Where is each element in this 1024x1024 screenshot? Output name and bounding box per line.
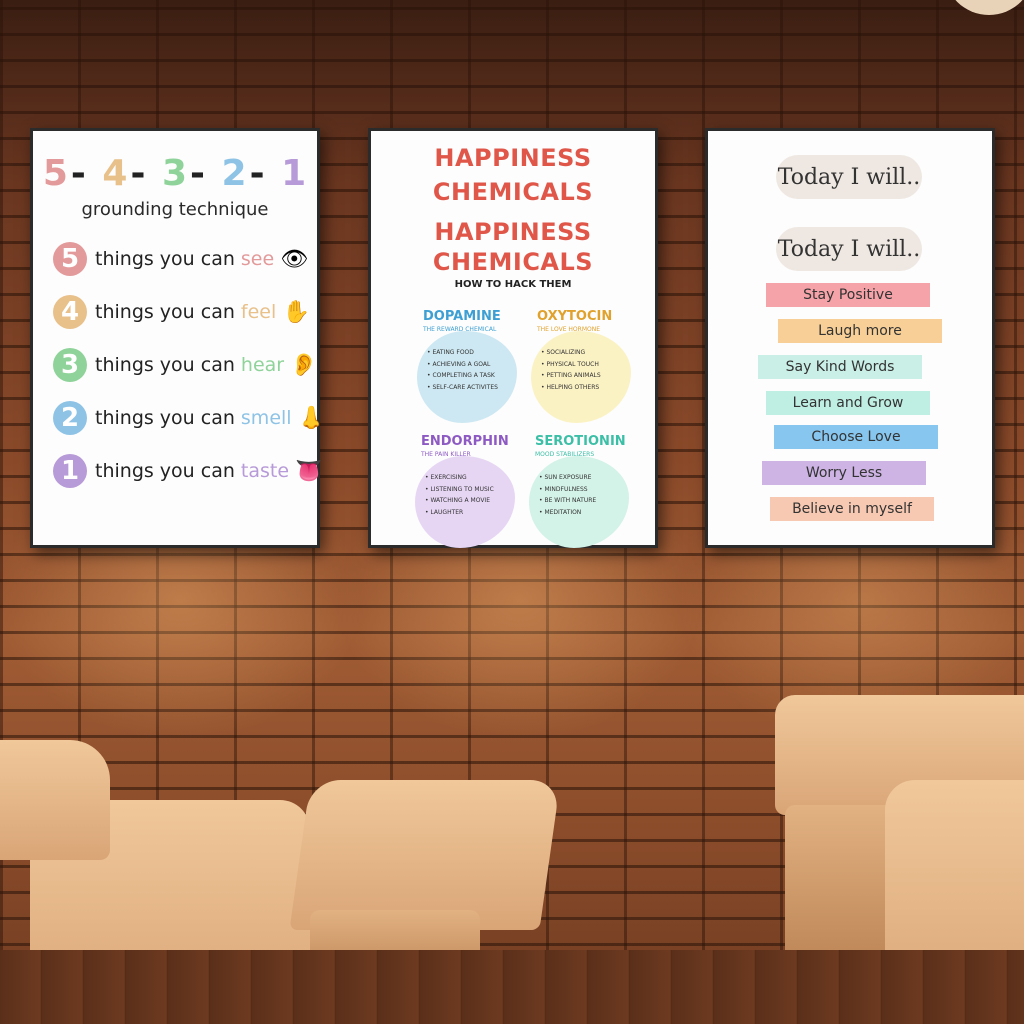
chemical-block: DOPAMINE THE REWARD CHEMICAL EATING FOODAC…	[417, 309, 533, 423]
chemical-activity: MEDITATION	[539, 507, 596, 519]
today-item: Laugh more	[778, 319, 942, 343]
grounding-row: 3 things you can hear 👂	[53, 345, 318, 385]
title-sep: -	[70, 153, 87, 194]
row-sense: feel	[240, 301, 277, 323]
ear-icon: 👂	[290, 352, 318, 378]
number-circle: 2	[53, 401, 87, 435]
row-sense: smell	[240, 407, 292, 429]
today-item: Learn and Grow	[766, 391, 930, 415]
today-item: Worry Less	[762, 461, 926, 485]
armchair-arm	[0, 740, 110, 860]
title-sep: -	[249, 153, 266, 194]
chemical-activity: COMPLETING A TASK	[427, 370, 498, 382]
row-text: things you can	[95, 407, 235, 429]
row-text: things you can	[95, 248, 235, 270]
title-digit-5: 5	[42, 153, 69, 194]
chemical-tag: MOOD STABILIZERS	[535, 451, 595, 458]
title-sep: -	[130, 153, 147, 194]
wooden-floor	[0, 950, 1024, 1024]
row-text: things you can	[95, 460, 235, 482]
chemical-block: ENDORPHIN THE PAIN KILLER EXERCISINGLISTEN…	[415, 434, 531, 548]
chemical-tag: THE REWARD CHEMICAL	[423, 326, 497, 333]
chemical-activity: SOCIALIZING	[541, 347, 601, 359]
eye-icon: 👁	[280, 246, 309, 272]
chemical-activity: LISTENING TO MUSIC	[425, 484, 493, 496]
hand-icon: ✋	[282, 299, 310, 325]
tongue-icon: 👅	[295, 458, 323, 484]
poster2-title-line2: CHEMICALS	[432, 178, 594, 206]
chemical-name: SEROTIONIN	[535, 434, 626, 449]
title-digit-4: 4	[102, 153, 129, 194]
chemical-activities: SUN EXPOSUREMINDFULNESSBE WITH NATUREMED…	[539, 472, 596, 518]
today-item: Stay Positive	[766, 283, 930, 307]
title-sep: -	[190, 153, 206, 194]
today-i-will-poster: Today I will.. Today I will.. Stay Posit…	[705, 128, 995, 548]
nose-icon: 👃	[297, 405, 325, 431]
today-item: Believe in myself	[770, 497, 934, 521]
grounding-row: 4 things you can feel ✋	[53, 292, 313, 332]
chemical-activity: EXERCISING	[425, 472, 494, 484]
today-item: Say Kind Words	[758, 355, 922, 379]
chemical-activity: LAUGHTER	[425, 507, 494, 519]
row-text: things you can	[95, 301, 235, 323]
poster1-subtitle: grounding technique	[81, 199, 269, 220]
title-digit-3: 3	[161, 153, 189, 194]
number-circle: 4	[53, 295, 87, 329]
chemical-activity: HELPING OTHERS	[541, 382, 601, 394]
chemical-activity: SUN EXPOSURE	[539, 472, 596, 484]
grounding-row: 2 things you can smell 👃	[53, 398, 325, 438]
poster1-title: 5- 4- 3- 2- 1	[33, 153, 317, 194]
grounding-row: 1 things you can taste 👅	[53, 451, 322, 491]
chemical-activity: ACHIEVING A GOAL	[427, 359, 498, 371]
chemical-activity: WATCHING A MOVIE	[425, 495, 494, 507]
number-circle: 1	[53, 454, 87, 488]
poster2-title-line4: CHEMICALS	[432, 248, 594, 276]
chemical-tag: THE LOVE HORMONE	[537, 326, 601, 333]
chemical-block: OXYTOCIN THE LOVE HORMONE SOCIALIZINGPHYSI…	[531, 309, 647, 423]
chemical-activity: BE WITH NATURE	[539, 495, 596, 507]
chemical-block: SEROTIONIN MOOD STABILIZERS SUN EXPOSUREMI…	[529, 434, 645, 548]
chemical-name: OXYTOCIN	[537, 309, 613, 324]
grounding-row: 5 things you can see 👁	[53, 239, 313, 279]
chemical-activity: MINDFULNESS	[539, 484, 596, 496]
chemical-activity: EATING FOOD	[427, 347, 498, 359]
number-circle: 5	[53, 242, 87, 276]
title-digit-2: 2	[221, 153, 248, 194]
row-sense: see	[240, 248, 275, 270]
armchair-back	[289, 780, 561, 930]
chemical-activity: PHYSICAL TOUCH	[541, 359, 601, 371]
chemical-activities: EATING FOODACHIEVING A GOALCOMPLETING A …	[427, 347, 498, 394]
chemical-activity: SELF-CARE ACTIVITES	[427, 382, 497, 394]
grounding-technique-poster: 5- 4- 3- 2- 1 grounding technique 5 thing…	[30, 128, 325, 548]
title-digit-1: 1	[281, 153, 308, 194]
poster3-heading2: Today I will..	[776, 227, 922, 271]
poster2-title-line1: HAPPINESS	[434, 144, 592, 172]
chemical-activities: EXERCISINGLISTENING TO MUSICWATCHING A M…	[425, 472, 494, 519]
number-circle: 3	[53, 348, 87, 382]
today-item: Choose Love	[774, 425, 938, 449]
row-sense: taste	[240, 460, 290, 482]
chemical-tag: THE PAIN KILLER	[421, 451, 471, 458]
chemical-activity: PETTING ANIMALS	[541, 370, 600, 382]
row-sense: hear	[240, 354, 285, 376]
poster2-title-line3: HAPPINESS	[434, 218, 592, 246]
poster3-heading1: Today I will..	[776, 155, 922, 199]
chemical-name: ENDORPHIN	[421, 434, 509, 449]
chemical-name: DOPAMINE	[423, 309, 501, 324]
row-text: things you can	[95, 354, 235, 376]
chemical-activities: SOCIALIZINGPHYSICAL TOUCHPETTING ANIMALS…	[541, 347, 601, 394]
poster2-subtitle: HOW TO HACK THEM	[454, 279, 572, 290]
happiness-chemicals-poster: HAPPINESS CHEMICALS HAPPINESS CHEMICALS …	[368, 128, 658, 548]
